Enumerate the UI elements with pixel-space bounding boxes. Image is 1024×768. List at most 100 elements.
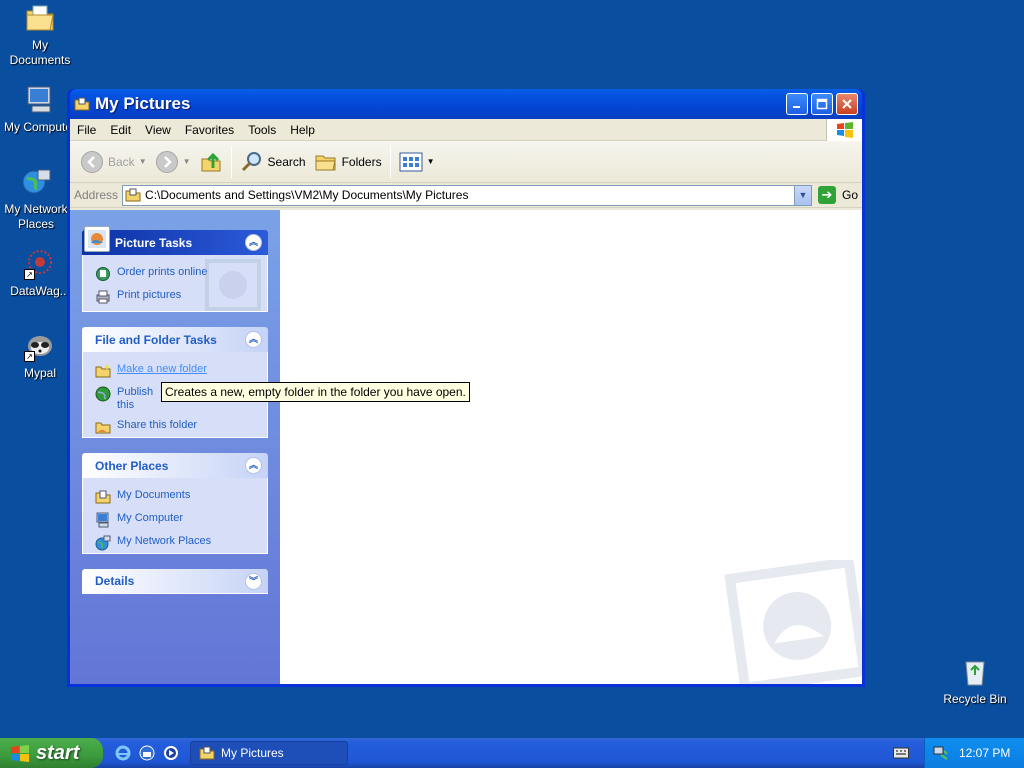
my-pictures-folder-icon: [125, 188, 141, 202]
my-pictures-icon: [199, 746, 215, 760]
order-prints-icon: [96, 267, 110, 281]
picture-tasks-body: Order prints online Print pictures: [82, 255, 268, 312]
collapse-chevron-icon[interactable]: ︽: [245, 331, 262, 348]
forward-arrow-icon: [155, 150, 178, 173]
my-pictures-icon: [74, 96, 90, 112]
folders-button[interactable]: Folders: [310, 145, 386, 179]
toolbar-separator: [389, 145, 391, 178]
menu-help[interactable]: Help: [283, 119, 322, 141]
network-tray-icon[interactable]: [933, 745, 949, 761]
other-places-panel: Other Places ︽ My Documents My Computer: [82, 453, 268, 554]
desktop-icon-recycle-bin[interactable]: Recycle Bin: [937, 656, 1013, 707]
close-button[interactable]: [836, 93, 858, 115]
collapse-chevron-icon[interactable]: ︽: [245, 457, 262, 474]
search-button[interactable]: Search: [236, 145, 310, 179]
picture-tasks-icon: [84, 226, 110, 252]
window-title: My Pictures: [95, 94, 191, 113]
task-make-new-folder[interactable]: Make a new folder: [95, 363, 255, 379]
network-places-icon: [95, 535, 111, 551]
address-bar: Address C:\Documents and Settings\VM2\My…: [70, 183, 862, 208]
place-my-network-places[interactable]: My Network Places: [95, 535, 255, 551]
go-button[interactable]: ➔ Go: [817, 186, 858, 204]
quick-launch: [114, 744, 180, 762]
up-folder-icon: [201, 152, 221, 171]
menu-bar: File Edit View Favorites Tools Help: [70, 119, 862, 141]
taskbar-button-my-pictures[interactable]: My Pictures: [190, 741, 348, 765]
maximize-icon: [816, 98, 828, 110]
folders-label: Folders: [341, 154, 382, 169]
file-folder-tasks-header[interactable]: File and Folder Tasks ︽: [82, 327, 268, 352]
picture-tasks-header[interactable]: Picture Tasks ︽: [82, 226, 268, 255]
clock[interactable]: 12:07 PM: [959, 746, 1010, 760]
address-input[interactable]: C:\Documents and Settings\VM2\My Documen…: [122, 184, 812, 206]
menu-file[interactable]: File: [70, 119, 103, 141]
forward-button[interactable]: ▼: [151, 145, 195, 179]
my-documents-icon: [95, 490, 111, 504]
internet-explorer-icon[interactable]: [114, 744, 132, 762]
back-dropdown-icon[interactable]: ▼: [139, 157, 147, 166]
maximize-button[interactable]: [811, 93, 833, 115]
go-label: Go: [841, 188, 858, 202]
outlook-express-icon[interactable]: [138, 744, 156, 762]
go-arrow-icon: ➔: [817, 186, 836, 204]
shortcut-arrow-icon: ↗: [24, 351, 35, 362]
menu-favorites[interactable]: Favorites: [178, 119, 241, 141]
collapse-chevron-icon[interactable]: ︽: [245, 234, 262, 251]
desktop-icon-my-network-places[interactable]: My Network Places: [0, 166, 72, 232]
toolbar-separator: [230, 145, 232, 178]
start-label: start: [36, 741, 80, 764]
network-globe-icon: [20, 166, 52, 198]
expand-chevron-icon[interactable]: ︾: [245, 572, 262, 590]
views-button[interactable]: ▼: [395, 145, 439, 179]
details-header[interactable]: Details ︾: [82, 569, 268, 594]
media-player-icon[interactable]: [162, 744, 180, 762]
new-folder-icon: [95, 364, 111, 378]
menu-edit[interactable]: Edit: [103, 119, 138, 141]
other-places-body: My Documents My Computer My Network Plac…: [82, 478, 268, 554]
views-dropdown-icon[interactable]: ▼: [427, 157, 435, 166]
details-panel: Details ︾: [82, 569, 268, 594]
back-arrow-icon: [81, 150, 103, 173]
content-region: Picture Tasks ︽ Order prints online Prin…: [70, 210, 862, 684]
up-folder-button[interactable]: [195, 145, 227, 179]
picture-watermark-icon: [205, 259, 261, 311]
standard-toolbar: Back ▼ ▼ Search Folders ▼: [70, 141, 862, 183]
picture-tasks-title: Picture Tasks: [115, 235, 193, 250]
task-pane: Picture Tasks ︽ Order prints online Prin…: [70, 210, 280, 684]
picture-tasks-panel: Picture Tasks ︽ Order prints online Prin…: [82, 226, 268, 312]
search-label: Search: [267, 154, 306, 169]
publish-web-icon: [95, 386, 111, 402]
folder-documents-icon: [24, 2, 56, 34]
windows-logo-icon: [826, 119, 862, 141]
file-list-area[interactable]: [280, 210, 862, 684]
recycle-bin-icon: [959, 656, 991, 688]
keyboard-language-icon[interactable]: [893, 746, 909, 760]
task-share-folder[interactable]: Share this folder: [95, 419, 255, 435]
desktop-icon-my-documents[interactable]: My Documents: [2, 2, 78, 68]
other-places-title: Other Places: [95, 458, 169, 473]
system-tray: 12:07 PM: [924, 738, 1024, 768]
forward-dropdown-icon[interactable]: ▼: [183, 157, 191, 166]
taskbar: start My Pictures 12:07 PM: [0, 738, 1024, 768]
menu-view[interactable]: View: [138, 119, 178, 141]
my-computer-icon: [96, 512, 109, 528]
taskbar-button-label: My Pictures: [221, 746, 284, 760]
address-label: Address: [74, 188, 119, 202]
my-pictures-watermark-icon: [724, 560, 862, 684]
menu-tools[interactable]: Tools: [241, 119, 283, 141]
start-button[interactable]: start: [0, 738, 103, 768]
minimize-icon: [793, 106, 800, 108]
title-bar[interactable]: My Pictures: [70, 89, 862, 119]
minimize-button[interactable]: [786, 93, 808, 115]
other-places-header[interactable]: Other Places ︽: [82, 453, 268, 478]
address-dropdown-icon[interactable]: ▼: [793, 185, 811, 205]
address-path: C:\Documents and Settings\VM2\My Documen…: [145, 188, 469, 202]
place-my-computer[interactable]: My Computer: [95, 512, 255, 528]
close-icon: [842, 99, 852, 109]
place-my-documents[interactable]: My Documents: [95, 489, 255, 505]
back-button[interactable]: Back ▼: [76, 145, 151, 179]
details-title: Details: [95, 574, 135, 588]
views-icon: [399, 152, 423, 171]
back-label: Back: [108, 154, 135, 169]
share-folder-icon: [95, 422, 111, 434]
